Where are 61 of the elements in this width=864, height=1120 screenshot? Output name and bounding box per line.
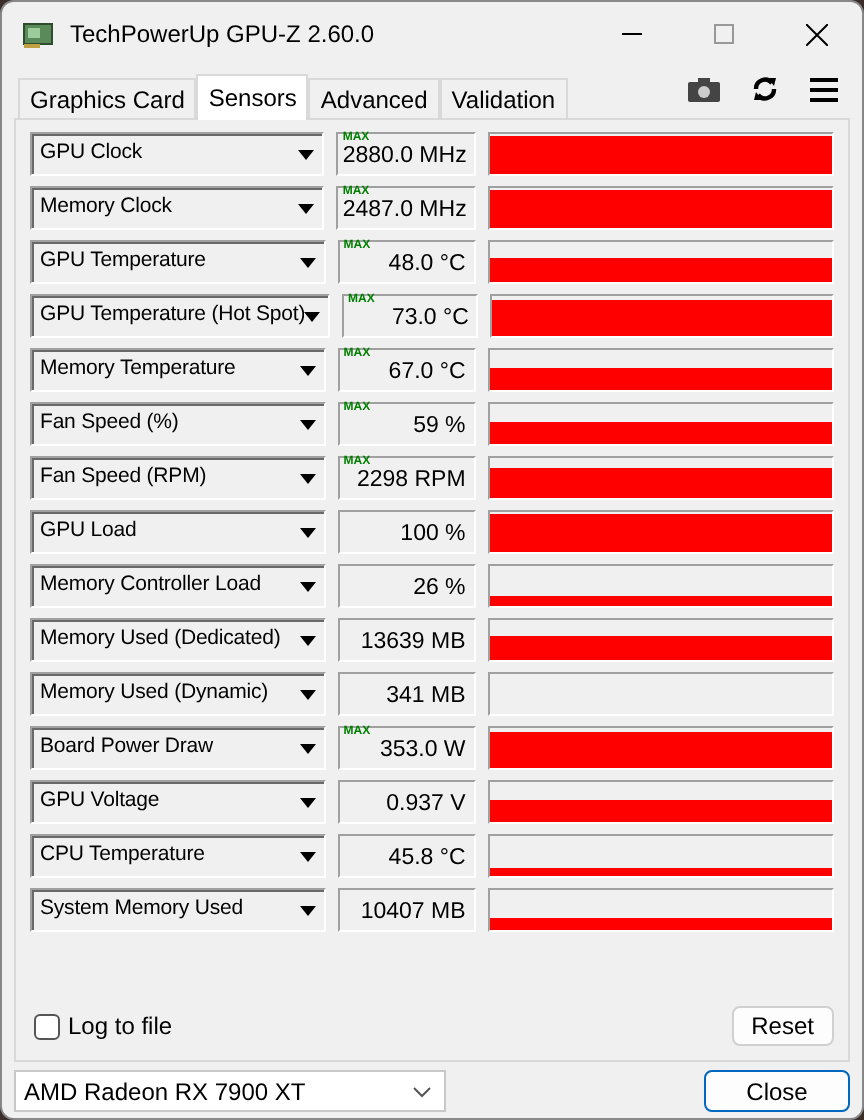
chevron-icon [412,1085,432,1097]
sensor-select[interactable]: Memory Temperature [30,348,326,392]
sensor-value: 2487.0 MHz [342,198,467,224]
close-button[interactable]: Close [704,1070,850,1112]
caret-icon [299,743,316,753]
sensor-select[interactable]: Fan Speed (%) [30,402,326,446]
log-checkbox[interactable] [34,1013,60,1039]
sensor-value: 73.0 °C [391,306,469,332]
window-title: TechPowerUp GPU-Z 2.60.0 [70,18,375,52]
sensor-select[interactable]: Memory Controller Load [30,564,326,608]
sensor-select[interactable]: CPU Temperature [30,834,326,878]
sensor-select[interactable]: GPU Load [30,510,326,554]
caret-icon [299,257,316,267]
sensor-value: 45.8 °C [388,846,466,872]
caret-icon [299,581,316,591]
camera-icon[interactable] [688,77,720,101]
sensor-select[interactable]: GPU Clock [30,132,325,176]
sensor-value: 67.0 °C [388,360,466,386]
caret-icon [298,149,315,159]
menu-icon[interactable] [810,77,838,101]
sensor-select[interactable]: GPU Temperature (Hot Spot) [30,294,330,338]
sensor-select[interactable]: Fan Speed (RPM) [30,456,326,500]
sensor-select[interactable]: Memory Used (Dynamic) [30,672,326,716]
caret-icon [299,635,316,645]
refresh-icon[interactable] [752,76,778,102]
tab[interactable]: Validation [439,78,568,118]
sensor-value: 341 MB [386,684,466,710]
sensor-value: 48.0 °C [388,252,466,278]
tab[interactable]: Graphics Card [18,78,197,118]
caret-icon [304,311,320,321]
caret-icon [299,473,316,483]
sensor-select[interactable]: GPU Voltage [30,780,326,824]
caret-icon [299,851,316,861]
sensor-value: 353.0 W [379,738,466,764]
caret-icon [299,797,316,807]
sensor-select[interactable]: System Memory Used [30,888,326,932]
sensor-select[interactable]: GPU Temperature [30,240,326,284]
checkbox-label[interactable]: Log to file [68,1008,173,1044]
sensor-value: 100 % [400,522,466,548]
graphics-card-icon [22,20,54,48]
caret-icon [299,419,316,429]
sensor-select[interactable]: Memory Clock [30,186,325,230]
caret-icon [299,689,316,699]
gpu-select[interactable]: AMD Radeon RX 7900 XT [14,1070,446,1112]
sensor-value: 26 % [413,576,466,602]
sensor-select[interactable]: Memory Used (Dedicated) [30,618,326,662]
sensor-value: 59 % [413,414,466,440]
sensor-value: 10407 MB [360,900,466,926]
sensor-value: 13639 MB [360,630,466,656]
caret-icon [299,905,316,915]
caret-icon [299,527,316,537]
sensor-select[interactable]: Board Power Draw [30,726,326,770]
tab[interactable]: Advanced [308,78,440,118]
sensor-value: 2298 RPM [356,468,466,494]
tab[interactable]: Sensors [196,74,309,120]
sensor-value: 0.937 V [386,792,466,818]
caret-icon [299,365,316,375]
sensor-value: 2880.0 MHz [342,144,467,170]
close-icon[interactable] [805,23,827,45]
caret-icon [298,203,315,213]
reset-button[interactable]: Reset [731,1006,834,1046]
